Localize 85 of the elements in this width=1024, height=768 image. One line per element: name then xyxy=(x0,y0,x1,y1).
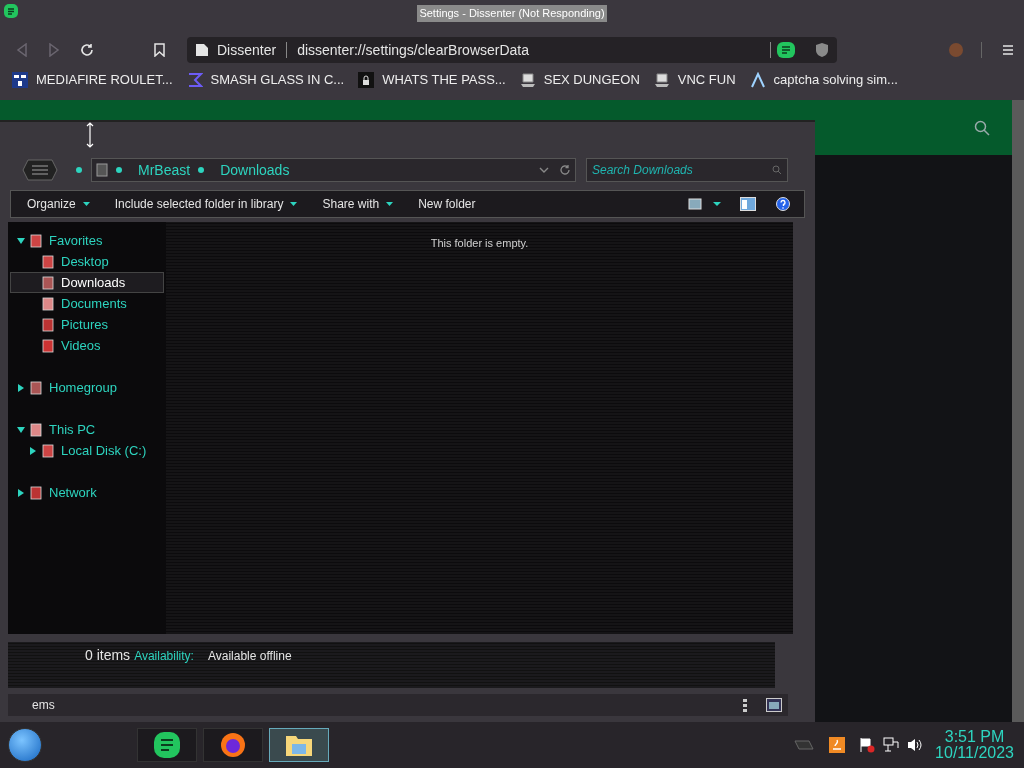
clock-date[interactable]: 10/11/2023 xyxy=(935,745,1014,761)
flag-icon[interactable] xyxy=(859,737,876,753)
window-title: Settings - Dissenter (Not Responding) xyxy=(417,5,607,22)
network-icon[interactable] xyxy=(883,737,900,753)
start-button[interactable] xyxy=(8,728,42,762)
expanded-arrow-icon[interactable] xyxy=(17,236,25,245)
toolbar-button[interactable]: Include selected folder in library xyxy=(106,192,307,216)
tree-item[interactable]: Favorites xyxy=(10,230,164,251)
breadcrumb-item[interactable]: Downloads xyxy=(220,159,290,181)
folder-icon xyxy=(41,338,55,353)
folder-icon xyxy=(41,296,55,311)
bookmark-link[interactable]: VNC FUN xyxy=(653,70,736,90)
view-icon[interactable] xyxy=(688,198,702,210)
caret-icon xyxy=(289,201,299,207)
availability-label: Availability: xyxy=(134,648,194,665)
toolbar-button[interactable]: Organize xyxy=(19,192,99,216)
folder-icon xyxy=(41,254,55,269)
empty-folder-message: This folder is empty. xyxy=(430,236,529,249)
shield-icon[interactable] xyxy=(815,42,829,58)
availability-value: Available offline xyxy=(207,648,292,665)
sigma-icon xyxy=(186,72,203,88)
scrollbar[interactable] xyxy=(1012,100,1024,722)
tree-item[interactable]: Network xyxy=(10,482,164,503)
bookmark-icon[interactable] xyxy=(154,43,165,57)
tree-item[interactable]: Documents xyxy=(10,293,164,314)
search-icon[interactable] xyxy=(772,165,782,175)
caret-icon xyxy=(81,201,91,207)
page-icon xyxy=(195,43,209,57)
reload-icon[interactable] xyxy=(80,43,94,57)
resize-cursor-icon xyxy=(86,122,94,148)
collapsed-arrow-icon[interactable] xyxy=(29,446,37,455)
volume-icon[interactable] xyxy=(907,737,924,753)
help-icon[interactable] xyxy=(776,197,790,211)
lock-icon xyxy=(358,72,375,88)
bookmark-link[interactable]: MEDIAFIRE ROULET... xyxy=(12,70,173,90)
address-bar[interactable]: Dissenter dissenter://settings/clearBrowserData xyxy=(187,37,837,63)
app-icon xyxy=(4,4,18,18)
folder-icon xyxy=(29,485,43,500)
toolbar-button[interactable]: Share with xyxy=(314,192,403,216)
bookmark-link[interactable]: SMASH GLASS IN C... xyxy=(186,70,345,90)
folder-icon xyxy=(29,233,43,248)
caret-icon xyxy=(385,201,395,207)
bookmark-link[interactable]: SEX DUNGEON xyxy=(519,70,640,90)
taskbar-app-button[interactable] xyxy=(137,728,197,762)
folder-icon xyxy=(41,275,55,290)
toolbar-button[interactable]: New folder xyxy=(410,192,484,216)
taskbar-app-button[interactable] xyxy=(203,728,263,762)
folder-icon xyxy=(96,163,108,177)
taskbar-app-button[interactable] xyxy=(269,728,329,762)
clock-time[interactable]: 3:51 PM xyxy=(944,729,1005,745)
search-icon[interactable] xyxy=(974,119,990,136)
computer-icon xyxy=(653,72,670,88)
computer-icon xyxy=(519,72,536,88)
tree-item[interactable]: Downloads xyxy=(10,272,164,293)
bookmark-link[interactable]: WHATS THE PASS... xyxy=(358,70,506,90)
chat-icon xyxy=(151,729,183,761)
caret-icon[interactable] xyxy=(712,201,722,207)
tree-item[interactable]: Videos xyxy=(10,335,164,356)
bookmark-link[interactable]: captcha solving sim... xyxy=(749,70,898,90)
chat-icon[interactable] xyxy=(777,42,795,58)
thumbnail-view-icon[interactable] xyxy=(766,698,782,712)
tree-item[interactable]: Homegroup xyxy=(10,377,164,398)
breadcrumb-item[interactable]: MrBeast xyxy=(138,159,191,181)
expanded-arrow-icon[interactable] xyxy=(17,425,25,434)
back-orb-icon[interactable] xyxy=(22,158,58,182)
folder-icon xyxy=(41,443,55,458)
collapsed-arrow-icon[interactable] xyxy=(17,488,25,497)
tree-item[interactable]: Local Disk (C:) xyxy=(10,440,164,461)
details-view-icon[interactable] xyxy=(742,698,748,712)
collapsed-arrow-icon[interactable] xyxy=(17,383,25,392)
tree-item[interactable]: Desktop xyxy=(10,251,164,272)
folder-icon xyxy=(29,422,43,437)
site-name: Dissenter xyxy=(217,40,277,60)
dropdown-icon[interactable] xyxy=(539,166,549,174)
search-field[interactable]: Search Downloads xyxy=(586,158,788,182)
lambda-icon xyxy=(749,72,766,88)
url-text: dissenter://settings/clearBrowserData xyxy=(297,40,529,60)
refresh-icon[interactable] xyxy=(559,164,571,176)
menu-icon[interactable] xyxy=(1002,44,1014,56)
folder-icon xyxy=(29,380,43,395)
status-text: ems xyxy=(32,697,55,714)
folder-icon xyxy=(41,317,55,332)
tree-item[interactable]: This PC xyxy=(10,419,164,440)
tree-item[interactable]: Pictures xyxy=(10,314,164,335)
item-count: 0 items xyxy=(85,646,131,665)
